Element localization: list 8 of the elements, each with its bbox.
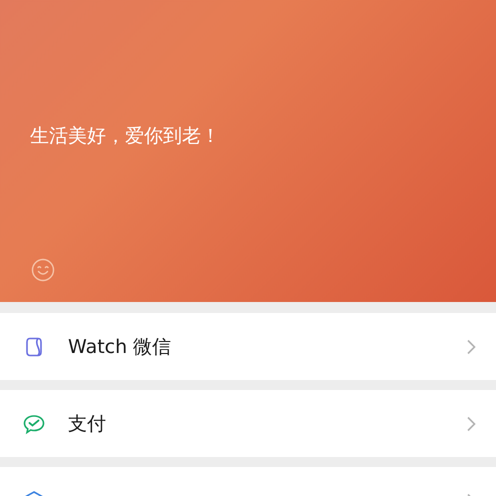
chevron-icon [466, 416, 476, 432]
menu-item[interactable]: 支付 [0, 390, 496, 457]
smiley-icon[interactable] [31, 258, 55, 282]
menu-item[interactable]: Watch 微信 [0, 313, 496, 380]
chevron-icon [466, 338, 476, 354]
menu-label: Watch 微信 [68, 334, 172, 360]
menu-label: 支付 [68, 412, 107, 436]
motto-text: 生活美好，爱你到老！ [30, 124, 220, 149]
